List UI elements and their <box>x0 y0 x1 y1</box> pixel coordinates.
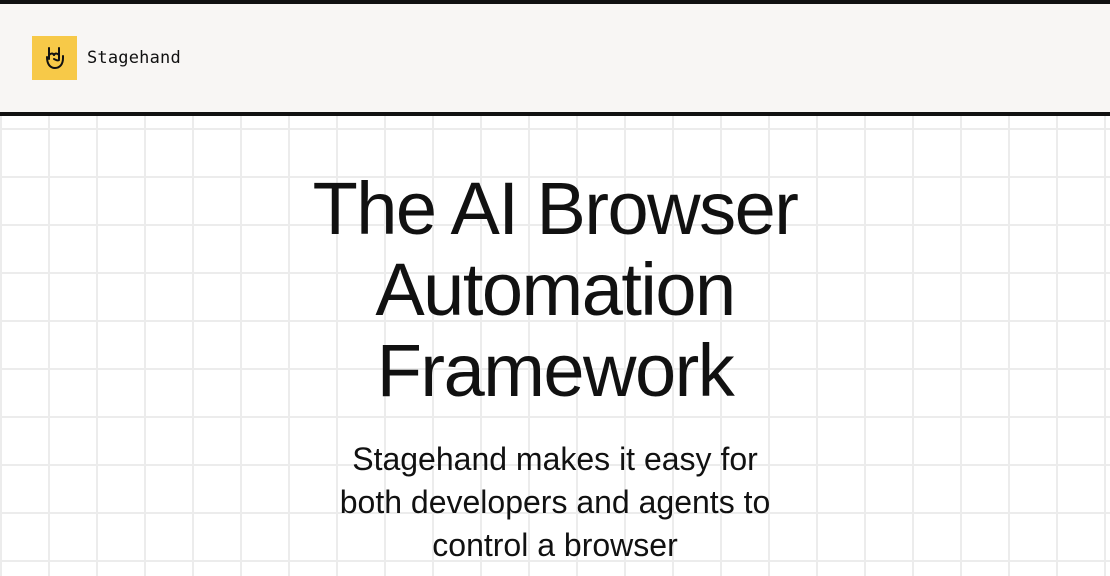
hero-title-line: Automation <box>375 248 736 331</box>
rock-hand-icon <box>32 36 77 80</box>
hero-subtitle-line: control a browser <box>432 527 678 563</box>
hero-title-line: The AI Browser <box>312 167 799 250</box>
site-header: Stagehand <box>0 4 1110 116</box>
hero-subtitle: Stagehand makes it easy for both develop… <box>0 438 1110 567</box>
hero-title-line: Framework <box>376 329 735 412</box>
brand-logo-link[interactable]: Stagehand <box>32 36 181 80</box>
hero-title: The AI Browser Automation Framework <box>0 168 1110 411</box>
hero-subtitle-line: both developers and agents to <box>339 484 771 520</box>
hero-subtitle-line: Stagehand makes it easy for <box>352 441 758 477</box>
brand-name: Stagehand <box>87 48 181 68</box>
hero-section: The AI Browser Automation Framework Stag… <box>0 116 1110 576</box>
